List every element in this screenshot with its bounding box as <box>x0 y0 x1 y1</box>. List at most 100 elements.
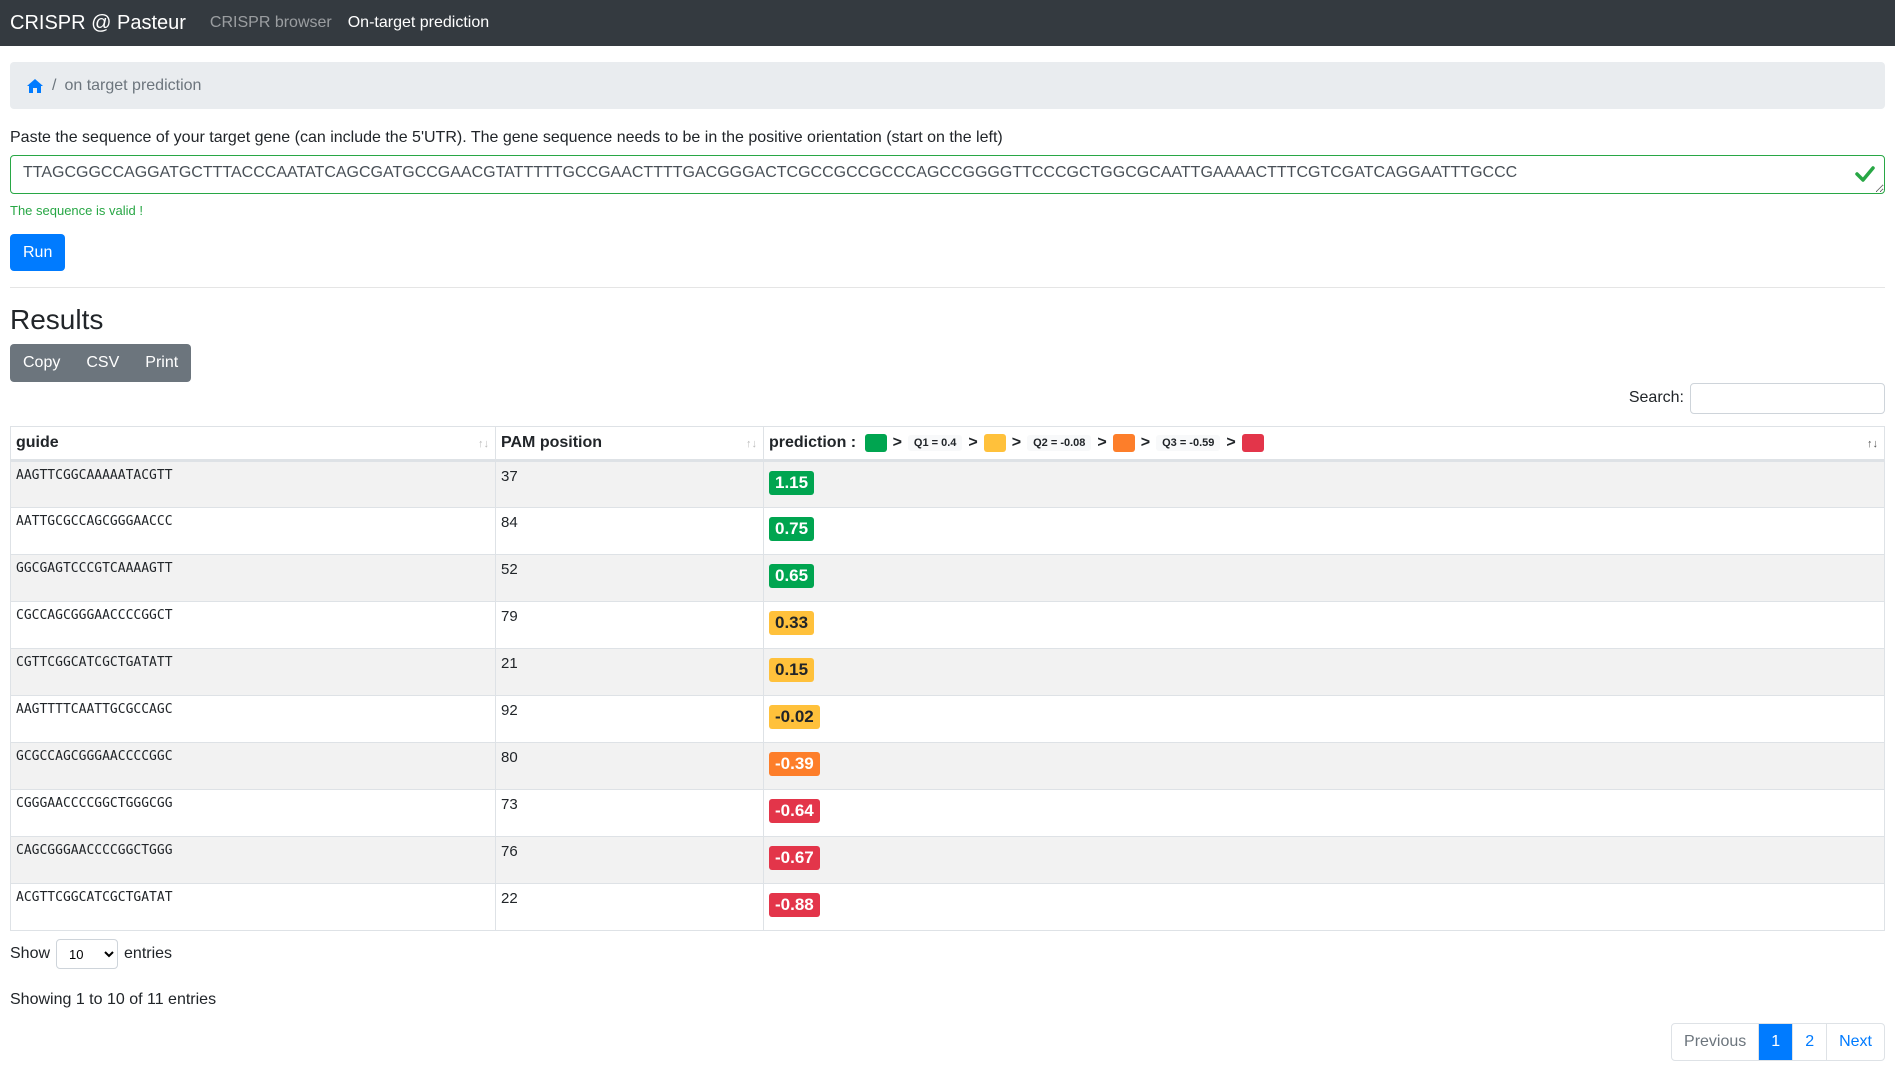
prediction-cell: 0.15 <box>763 648 1885 696</box>
table-row: CAGCGGGAACCCCGGCTGGG 76 -0.67 <box>10 836 1885 884</box>
prediction-cell: -0.02 <box>763 695 1885 743</box>
column-header-prediction[interactable]: prediction : > Q1 = 0.4 > > Q2 = -0.08 >… <box>763 426 1885 462</box>
length-suffix: entries <box>124 945 173 962</box>
column-header-guide[interactable]: guide ↑↓ <box>10 426 496 462</box>
entries-per-page-select[interactable]: 10 <box>56 939 119 969</box>
prediction-cell: -0.88 <box>763 883 1885 931</box>
column-header-pam[interactable]: PAM position ↑↓ <box>495 426 764 462</box>
navbar: CRISPR @ Pasteur CRISPR browser On-targe… <box>0 0 1895 46</box>
guide-cell: AAGTTTTCAATTGCGCCAGC <box>10 695 496 743</box>
table-row: AAGTTCGGCAAAAATACGTT 37 1.15 <box>10 460 1885 508</box>
print-button[interactable]: Print <box>132 344 191 382</box>
main-container: / on target prediction Paste the sequenc… <box>0 62 1895 1061</box>
pagination-page-1[interactable]: 1 <box>1758 1024 1793 1060</box>
prediction-badge: -0.02 <box>769 705 820 729</box>
guide-cell: AAGTTCGGCAAAAATACGTT <box>10 460 496 508</box>
guide-cell: CGCCAGCGGGAACCCCGGCT <box>10 601 496 649</box>
prediction-badge: 1.15 <box>769 471 815 495</box>
guide-cell: ACGTTCGGCATCGCTGATAT <box>10 883 496 931</box>
pagination-previous[interactable]: Previous <box>1672 1024 1758 1060</box>
prediction-cell: -0.67 <box>763 836 1885 884</box>
column-header-guide-label: guide <box>16 434 59 451</box>
check-icon <box>1855 165 1875 183</box>
legend-q1: Q1 = 0.4 <box>907 434 963 451</box>
length-prefix: Show <box>10 945 51 962</box>
pam-position-cell: 73 <box>495 789 764 837</box>
nav-link-on-target-prediction[interactable]: On-target prediction <box>348 14 489 32</box>
table-row: GCGCCAGCGGGAACCCCGGC 80 -0.39 <box>10 742 1885 790</box>
legend-swatch-orange <box>1112 433 1135 452</box>
legend-gt: > <box>1097 433 1107 451</box>
table-header-row: guide ↑↓ PAM position ↑↓ prediction : > … <box>10 426 1885 462</box>
pam-position-cell: 37 <box>495 460 764 508</box>
pam-position-cell: 84 <box>495 507 764 555</box>
table-info: Showing 1 to 10 of 11 entries <box>10 991 217 1008</box>
pam-position-cell: 22 <box>495 883 764 931</box>
sequence-input[interactable]: TTAGCGGCCAGGATGCTTTACCCAATATCAGCGATGCCGA… <box>10 155 1885 194</box>
table-row: CGCCAGCGGGAACCCCGGCT 79 0.33 <box>10 601 1885 649</box>
table-body: AAGTTCGGCAAAAATACGTT 37 1.15 AATTGCGCCAGCGG… <box>10 460 1885 931</box>
breadcrumb-separator: / <box>52 76 57 94</box>
sequence-field-wrapper: TTAGCGGCCAGGATGCTTTACCCAATATCAGCGATGCCGA… <box>10 155 1885 199</box>
prediction-badge: -0.39 <box>769 752 820 776</box>
table-row: ACGTTCGGCATCGCTGATAT 22 -0.88 <box>10 883 1885 931</box>
prediction-badge: 0.33 <box>769 611 815 635</box>
legend-swatch-red <box>1241 433 1264 452</box>
pagination-page-2[interactable]: 2 <box>1792 1024 1826 1060</box>
legend-swatch-yellow <box>983 433 1006 452</box>
legend-gt: > <box>968 433 978 451</box>
sort-icon: ↑↓ <box>478 438 489 450</box>
brand-link[interactable]: CRISPR @ Pasteur <box>10 12 186 35</box>
prediction-badge: -0.67 <box>769 846 820 870</box>
prediction-cell: 0.75 <box>763 507 1885 555</box>
prediction-badge: 0.15 <box>769 658 815 682</box>
nav-link-crispr-browser[interactable]: CRISPR browser <box>210 14 332 32</box>
home-icon[interactable] <box>26 78 44 94</box>
guide-cell: GCGCCAGCGGGAACCCCGGC <box>10 742 496 790</box>
divider <box>10 287 1885 288</box>
pam-position-cell: 79 <box>495 601 764 649</box>
prediction-badge: -0.88 <box>769 893 820 917</box>
valid-message: The sequence is valid ! <box>10 203 143 218</box>
legend-q2: Q2 = -0.08 <box>1027 434 1092 451</box>
pam-position-cell: 92 <box>495 695 764 743</box>
pam-position-cell: 80 <box>495 742 764 790</box>
legend-gt: > <box>892 433 902 451</box>
results-table: guide ↑↓ PAM position ↑↓ prediction : > … <box>10 426 1885 931</box>
pagination-next[interactable]: Next <box>1826 1024 1884 1060</box>
sequence-label: Paste the sequence of your target gene (… <box>10 129 1003 146</box>
legend-gt: > <box>1226 433 1236 451</box>
prediction-legend: > Q1 = 0.4 > > Q2 = -0.08 > > Q3 = -0.59… <box>864 433 1264 452</box>
prediction-cell: 1.15 <box>763 460 1885 508</box>
search-input[interactable] <box>1690 382 1885 414</box>
search-label: Search: <box>1628 389 1684 406</box>
breadcrumb: / on target prediction <box>10 62 1885 109</box>
csv-button[interactable]: CSV <box>73 344 132 382</box>
prediction-badge: 0.75 <box>769 517 815 541</box>
sort-desc-icon: ↑↓ <box>1867 438 1878 450</box>
sort-icon: ↑↓ <box>746 438 757 450</box>
table-row: GGCGAGTCCCGTCAAAAGTT 52 0.65 <box>10 554 1885 602</box>
legend-gt: > <box>1011 433 1022 451</box>
prediction-cell: 0.65 <box>763 554 1885 602</box>
copy-button[interactable]: Copy <box>10 344 73 382</box>
legend-swatch-green <box>864 433 887 452</box>
legend-gt: > <box>1140 433 1151 451</box>
prediction-cell: 0.33 <box>763 601 1885 649</box>
run-button[interactable]: Run <box>10 234 66 271</box>
column-header-prediction-label: prediction : <box>769 434 857 452</box>
pam-position-cell: 52 <box>495 554 764 602</box>
table-row: AATTGCGCCAGCGGGAACCC 84 0.75 <box>10 507 1885 555</box>
guide-cell: CAGCGGGAACCCCGGCTGGG <box>10 836 496 884</box>
search-row: Search: <box>10 382 1885 414</box>
guide-cell: CGTTCGGCATCGCTGATATT <box>10 648 496 696</box>
pagination: Previous 1 2 Next <box>1671 1023 1885 1061</box>
prediction-badge: -0.64 <box>769 799 820 823</box>
table-row: CGGGAACCCCGGCTGGGCGG 73 -0.64 <box>10 789 1885 837</box>
guide-cell: GGCGAGTCCCGTCAAAAGTT <box>10 554 496 602</box>
prediction-badge: 0.65 <box>769 564 815 588</box>
prediction-cell: -0.39 <box>763 742 1885 790</box>
results-title: Results <box>10 304 104 335</box>
pam-position-cell: 21 <box>495 648 764 696</box>
legend-q3: Q3 = -0.59 <box>1156 434 1221 451</box>
